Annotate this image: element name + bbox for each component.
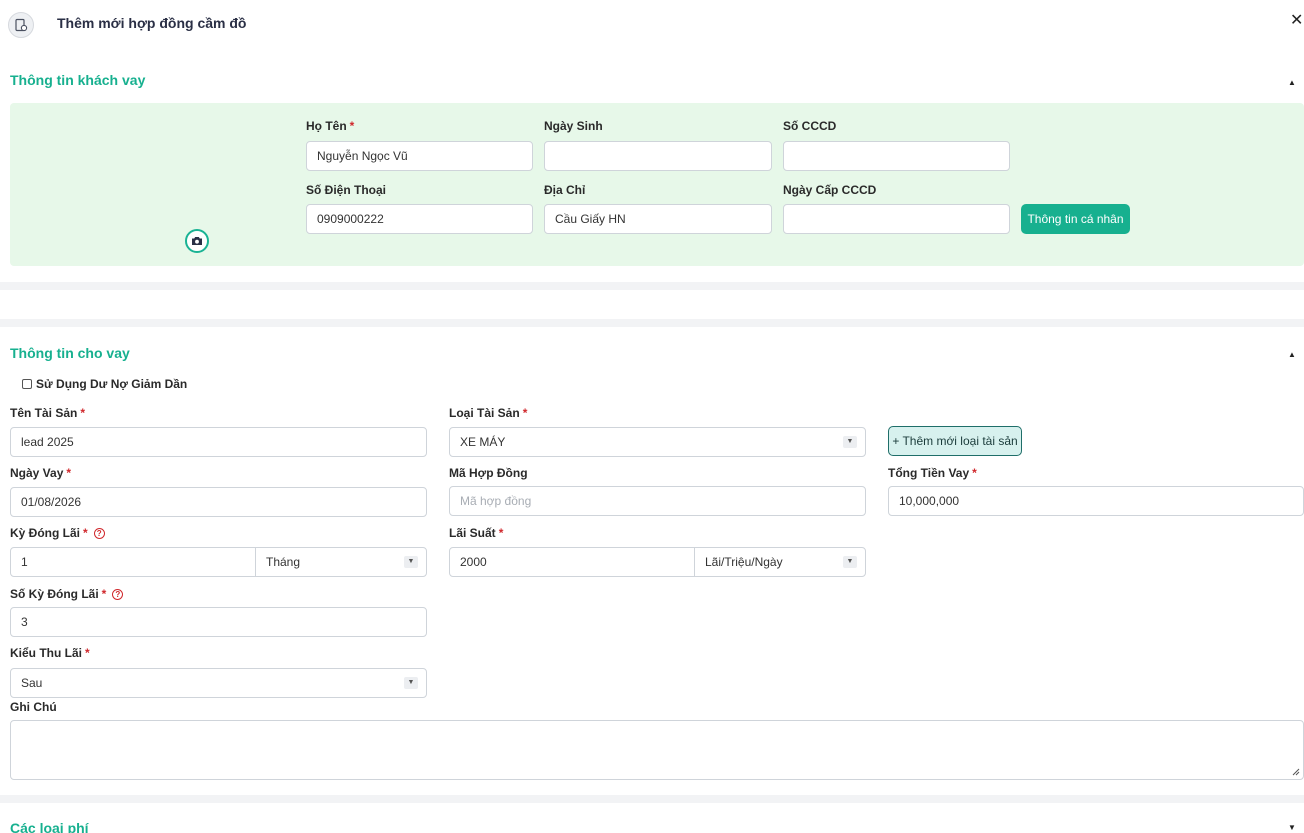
interest-rate-input[interactable] xyxy=(449,547,695,577)
interest-period-input[interactable] xyxy=(10,547,256,577)
collection-type-value: Sau xyxy=(21,676,43,690)
customer-collapse-toggle[interactable]: ▲ xyxy=(1286,77,1298,89)
chevron-down-icon: ▼ xyxy=(843,436,857,448)
total-amount-input[interactable] xyxy=(888,486,1304,516)
interest-rate-unit-value: Lãi/Triệu/Ngày xyxy=(705,555,783,569)
fees-section-title: Các loại phí xyxy=(10,820,89,833)
interest-period-unit-select[interactable]: Tháng ▼ xyxy=(255,547,427,577)
asset-type-select[interactable]: XE MÁY ▼ xyxy=(449,427,866,457)
name-input[interactable] xyxy=(306,141,533,171)
asset-type-label: Loại Tài Sản * xyxy=(449,406,528,420)
declining-balance-checkbox[interactable] xyxy=(22,379,32,389)
cccd-label: Số CCCD xyxy=(783,119,837,133)
chevron-down-icon: ▼ xyxy=(843,556,857,568)
section-divider xyxy=(0,282,1304,290)
asset-type-value: XE MÁY xyxy=(460,435,506,449)
interest-rate-unit-select[interactable]: Lãi/Triệu/Ngày ▼ xyxy=(694,547,866,577)
contract-icon xyxy=(8,12,34,38)
declining-balance-row[interactable]: Sử Dụng Dư Nợ Giảm Dần xyxy=(22,377,187,391)
dob-input[interactable] xyxy=(544,141,772,171)
modal-header: Thêm mới hợp đồng cầm đồ ✕ xyxy=(0,0,1304,48)
loan-date-label: Ngày Vay * xyxy=(10,466,72,480)
fees-expand-toggle[interactable]: ▼ xyxy=(1286,822,1298,833)
close-button[interactable]: ✕ xyxy=(1290,10,1304,32)
name-label: Họ Tên * xyxy=(306,119,355,133)
interest-period-unit-value: Tháng xyxy=(266,555,301,569)
collection-type-select[interactable]: Sau ▼ xyxy=(10,668,427,698)
help-icon[interactable]: ? xyxy=(93,528,105,539)
notes-textarea[interactable] xyxy=(10,720,1304,780)
address-input[interactable] xyxy=(544,204,772,234)
help-icon[interactable]: ? xyxy=(112,589,124,600)
phone-input[interactable] xyxy=(306,204,533,234)
asset-name-label: Tên Tài Sản * xyxy=(10,406,86,420)
section-divider xyxy=(0,795,1304,803)
contract-code-input[interactable] xyxy=(449,486,866,516)
phone-label: Số Điện Thoại xyxy=(306,183,387,197)
cccd-date-label: Ngày Cấp CCCD xyxy=(783,183,877,197)
personal-info-button[interactable]: Thông tin cá nhân xyxy=(1021,204,1130,234)
camera-icon[interactable] xyxy=(185,229,209,253)
interest-rate-label: Lãi Suất * xyxy=(449,526,504,540)
resize-handle-icon[interactable] xyxy=(1290,766,1300,776)
loan-collapse-toggle[interactable]: ▲ xyxy=(1286,349,1298,361)
dob-label: Ngày Sinh xyxy=(544,119,603,133)
total-amount-label: Tổng Tiền Vay * xyxy=(888,466,977,480)
asset-name-input[interactable] xyxy=(10,427,427,457)
notes-label: Ghi Chú xyxy=(10,700,57,714)
add-asset-type-button[interactable]: + Thêm mới loại tài sản xyxy=(888,426,1022,456)
customer-section-title: Thông tin khách vay xyxy=(10,72,146,88)
chevron-down-icon: ▼ xyxy=(404,556,418,568)
address-label: Địa Chỉ xyxy=(544,183,586,197)
interest-period-label: Kỳ Đóng Lãi *? xyxy=(10,526,105,540)
loan-section-title: Thông tin cho vay xyxy=(10,345,130,361)
contract-code-label: Mã Hợp Đồng xyxy=(449,466,528,480)
loan-date-input[interactable] xyxy=(10,487,427,517)
num-periods-label: Số Kỳ Đóng Lãi *? xyxy=(10,587,124,601)
num-periods-input[interactable] xyxy=(10,607,427,637)
cccd-input[interactable] xyxy=(783,141,1010,171)
chevron-down-icon: ▼ xyxy=(404,677,418,689)
collection-type-label: Kiểu Thu Lãi * xyxy=(10,646,90,660)
cccd-date-input[interactable] xyxy=(783,204,1010,234)
declining-balance-label: Sử Dụng Dư Nợ Giảm Dần xyxy=(36,377,188,391)
modal-title: Thêm mới hợp đồng cầm đồ xyxy=(57,15,247,31)
section-divider xyxy=(0,319,1304,327)
